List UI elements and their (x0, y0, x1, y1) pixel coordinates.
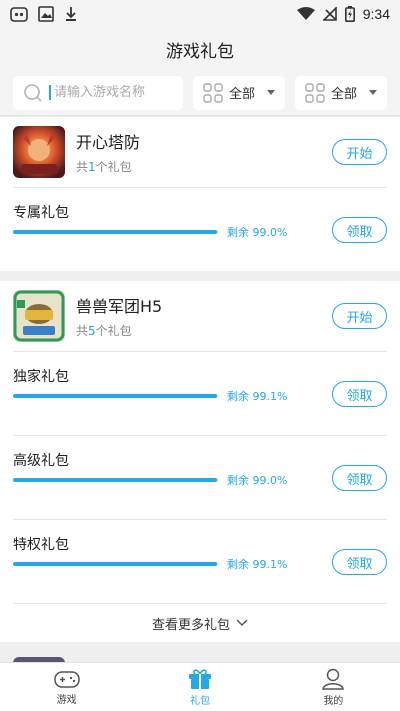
image-notification-icon (38, 6, 54, 22)
tab-label: 游戏 (56, 694, 77, 706)
tab-label: 礼包 (189, 695, 210, 707)
grid-icon (305, 82, 325, 103)
game-card: 兽兽军团H5 共5个礼包 开始 独家礼包 剩余 99.1% 领取 高级礼包 剩余… (0, 281, 400, 642)
remaining-label: 剩余 99.0% (227, 226, 288, 239)
game-name: 开心塔防 (76, 133, 141, 152)
gift-name: 特权礼包 (13, 537, 69, 553)
gift-name: 独家礼包 (13, 369, 69, 385)
app-notification-icon (10, 6, 28, 22)
filter-bar: 全部 全部 (0, 70, 400, 116)
tab-profile[interactable]: 我的 (267, 663, 400, 711)
user-icon (321, 668, 345, 690)
remaining-label: 剩余 99.1% (227, 390, 288, 403)
no-signal-icon (322, 7, 337, 21)
status-bar: 9:34 (0, 0, 400, 28)
caret-down-icon (369, 90, 377, 95)
search-input[interactable] (49, 85, 169, 100)
title-bar: 游戏礼包 (0, 28, 400, 70)
gift-row: 独家礼包 剩余 99.1% 领取 (0, 352, 400, 435)
game-thumbnail[interactable] (13, 126, 65, 178)
gift-row: 高级礼包 剩余 99.0% 领取 (0, 436, 400, 519)
game-row[interactable]: 开心塔防 共1个礼包 开始 (0, 117, 400, 187)
type-dropdown-label: 全部 (331, 87, 358, 102)
battery-charging-icon (344, 6, 355, 22)
remaining-progress-bar (13, 230, 219, 234)
view-more-gifts[interactable]: 查看更多礼包 (0, 604, 400, 642)
remaining-progress-fill (13, 394, 218, 398)
category-dropdown[interactable]: 全部 (193, 75, 285, 110)
remaining-progress-bar (13, 394, 219, 398)
game-row[interactable]: 兽兽军团H5 共5个礼包 开始 (0, 281, 400, 351)
remaining-progress-bar (13, 562, 219, 566)
claim-button[interactable]: 领取 (332, 465, 387, 491)
remaining-label: 剩余 99.1% (227, 558, 288, 571)
grid-icon (203, 82, 223, 103)
start-button[interactable]: 开始 (332, 139, 387, 165)
claim-button[interactable]: 领取 (332, 549, 387, 575)
search-box[interactable] (13, 75, 183, 110)
clock: 9:34 (362, 6, 390, 22)
start-button[interactable]: 开始 (332, 303, 387, 329)
tab-gifts[interactable]: 礼包 (133, 663, 266, 711)
gamepad-icon (53, 669, 80, 689)
search-icon (23, 83, 43, 103)
download-icon (64, 6, 78, 22)
page-title: 游戏礼包 (166, 41, 234, 62)
tab-games[interactable]: 游戏 (0, 663, 133, 711)
gift-icon (188, 668, 212, 690)
gift-row: 专属礼包 剩余 99.0% 领取 (0, 188, 400, 271)
category-dropdown-label: 全部 (229, 87, 256, 102)
game-card: 开心塔防 共1个礼包 开始 专属礼包 剩余 99.0% 领取 (0, 117, 400, 271)
gift-count: 共1个礼包 (76, 160, 132, 174)
claim-button[interactable]: 领取 (332, 217, 387, 243)
remaining-progress-bar (13, 478, 219, 482)
wifi-icon (296, 7, 315, 21)
type-dropdown[interactable]: 全部 (295, 75, 387, 110)
gift-row: 特权礼包 剩余 99.1% 领取 (0, 520, 400, 603)
game-thumbnail[interactable] (13, 290, 65, 342)
remaining-progress-fill (13, 478, 217, 482)
game-name: 兽兽军团H5 (76, 297, 163, 316)
gift-count: 共5个礼包 (76, 324, 132, 338)
claim-button[interactable]: 领取 (332, 381, 387, 407)
tab-label: 我的 (323, 695, 344, 707)
view-more-label: 查看更多礼包 (151, 617, 230, 633)
gift-name: 专属礼包 (13, 205, 69, 221)
remaining-progress-fill (13, 230, 217, 234)
caret-down-icon (267, 90, 275, 95)
bottom-tab-bar: 游戏 礼包 我的 (0, 662, 400, 711)
chevron-down-icon (236, 619, 248, 627)
remaining-label: 剩余 99.0% (227, 474, 288, 487)
gift-name: 高级礼包 (13, 453, 69, 469)
remaining-progress-fill (13, 562, 218, 566)
